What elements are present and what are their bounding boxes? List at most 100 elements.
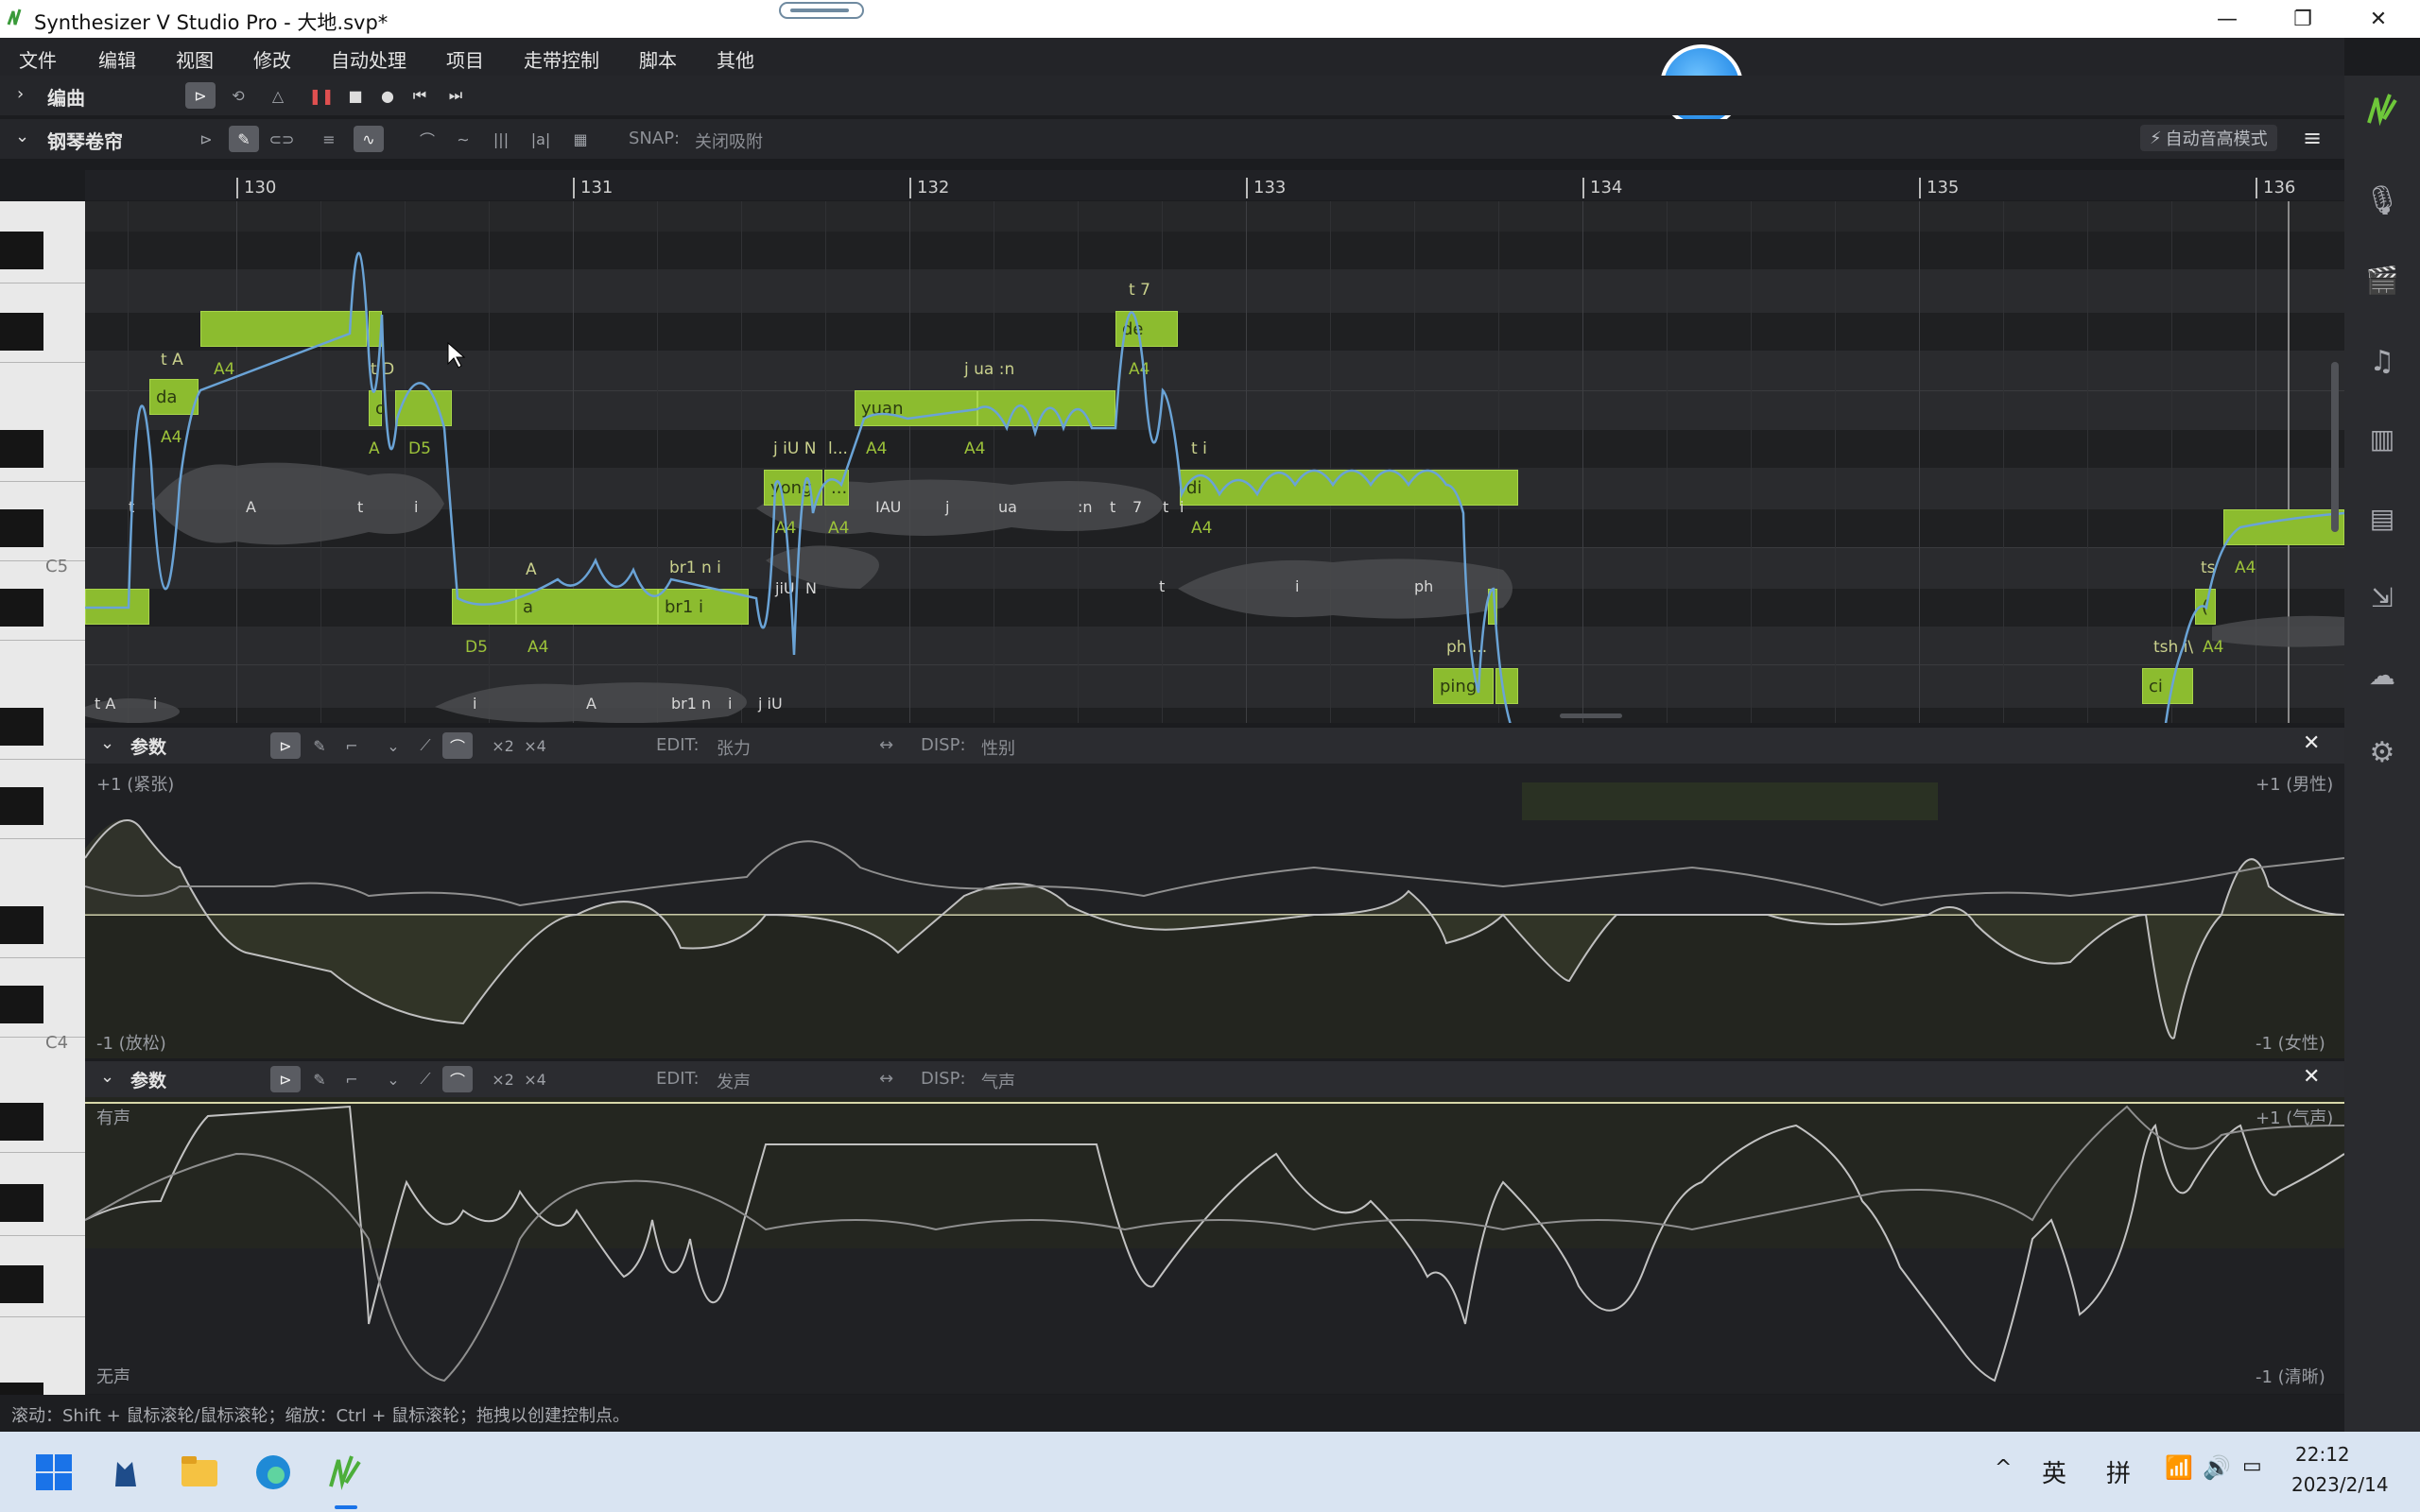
timeline-ruler[interactable]: 130 131 132 133 134 135 136 — [85, 170, 2344, 200]
metronome-button[interactable]: △ — [263, 82, 293, 109]
menu-modify[interactable]: 修改 — [253, 45, 291, 73]
piano-keys-button[interactable]: ▦ — [565, 126, 596, 152]
arrange-bar: › 编曲 ⊳ ⟲ △ ❚❚ ■ ● ⏮ ⏭ — [0, 76, 2344, 115]
snap-dropdown[interactable]: 关闭吸附 — [695, 129, 763, 153]
ime-mode[interactable]: 拼 — [2106, 1454, 2131, 1489]
forward-button[interactable]: ⏭ — [441, 82, 471, 109]
loop-button[interactable]: ⟲ — [223, 82, 253, 109]
menu-script[interactable]: 脚本 — [639, 45, 677, 73]
pitch-curve — [85, 251, 2344, 723]
mouse-cursor-icon — [447, 341, 466, 369]
cat-app-icon[interactable] — [104, 1449, 151, 1496]
minimize-button[interactable]: — — [2189, 0, 2265, 38]
close-panel-icon[interactable]: ✕ — [2303, 731, 2320, 755]
menu-auto-process[interactable]: 自动处理 — [331, 45, 406, 73]
volume-icon[interactable]: 🔊 — [2203, 1454, 2231, 1481]
pencil-tool-button[interactable]: ✎ — [304, 732, 335, 759]
horizontal-scrollbar[interactable] — [1560, 713, 1622, 718]
pitch-curve-button[interactable]: ⌒ — [412, 126, 442, 152]
clapperboard-icon[interactable]: 🎬 — [2363, 261, 2401, 299]
rewind-button[interactable]: ⏮ — [405, 82, 435, 109]
param-panel-1-canvas[interactable]: +1 (紧张) -1 (放松) +1 (男性) -1 (女性) — [85, 764, 2344, 1058]
link-tool-button[interactable]: ⊂⊃ — [267, 126, 297, 152]
auto-pitch-label: 自动音高模式 — [2165, 129, 2268, 149]
swap-arrows-icon[interactable]: ↔ — [879, 1069, 893, 1089]
vertical-scrollbar[interactable] — [2331, 362, 2339, 532]
edge-browser-icon[interactable] — [250, 1449, 297, 1496]
pitch-line-button[interactable]: ∼ — [448, 126, 478, 152]
split-tool-button[interactable]: ≡ — [314, 126, 344, 152]
multiply-2-button[interactable]: ×2 — [488, 732, 518, 759]
swap-arrows-icon[interactable]: ↔ — [879, 735, 893, 755]
line-tool-button[interactable]: ⌐ — [337, 732, 367, 759]
curve-linear-button[interactable]: ⟋ — [410, 732, 441, 759]
collapse-chevron-icon[interactable]: ⌄ — [100, 1067, 114, 1087]
expand-chevron-icon[interactable]: › — [17, 84, 24, 104]
collapse-chevron-icon[interactable]: ⌄ — [15, 127, 29, 146]
measure-132: 132 — [917, 178, 950, 198]
record-button[interactable]: ● — [372, 82, 403, 109]
measure-135: 135 — [1927, 178, 1960, 198]
select-tool-button[interactable]: ⊳ — [185, 82, 216, 109]
param-panel-2-canvas[interactable]: 有声 无声 +1 (气声) -1 (清晰) — [85, 1097, 2344, 1394]
windows-start-icon[interactable] — [30, 1449, 78, 1496]
curve-linear-button[interactable]: ⟋ — [410, 1066, 441, 1092]
library-icon[interactable]: ▥ — [2363, 420, 2401, 457]
lyrics-button[interactable]: |a| — [526, 126, 556, 152]
gear-icon[interactable]: ⚙ — [2363, 733, 2401, 771]
pencil-tool-button[interactable]: ✎ — [304, 1066, 335, 1092]
file-explorer-icon[interactable] — [176, 1449, 223, 1496]
cloud-icon[interactable]: ☁ — [2363, 656, 2401, 694]
multiply-4-button[interactable]: ×4 — [520, 732, 550, 759]
edit-param-dropdown[interactable]: 发声 — [717, 1069, 751, 1093]
disp-param-dropdown[interactable]: 性别 — [981, 735, 1015, 760]
hamburger-menu-icon[interactable]: ≡ — [2303, 125, 2322, 151]
lightning-icon: ⚡ — [2150, 128, 2162, 148]
key-label-c4: C4 — [45, 1033, 69, 1053]
wifi-icon[interactable]: 📶 — [2165, 1454, 2193, 1481]
menu-edit[interactable]: 编辑 — [98, 45, 136, 73]
stop-button[interactable]: ■ — [340, 82, 371, 109]
measure-131: 131 — [580, 178, 614, 198]
microphone-icon[interactable]: 🎙 — [2363, 181, 2401, 219]
battery-icon[interactable]: ▭ — [2242, 1454, 2262, 1478]
auto-pitch-mode-button[interactable]: ⚡ 自动音高模式 — [2140, 125, 2277, 151]
render-icon[interactable]: ⇲ — [2363, 578, 2401, 616]
menu-view[interactable]: 视图 — [176, 45, 214, 73]
multiply-2-button[interactable]: ×2 — [488, 1066, 518, 1092]
pitch-tool-button[interactable]: ∿ — [354, 126, 384, 152]
close-window-button[interactable]: ✕ — [2341, 0, 2416, 38]
collapse-chevron-icon[interactable]: ⌄ — [100, 733, 114, 753]
windows-taskbar: ^ 英 拼 📶 🔊 ▭ 22:12 2023/2/14 — [0, 1432, 2420, 1512]
curve-smooth-button[interactable]: ⌒ — [442, 732, 473, 759]
clock-date[interactable]: 2023/2/14 — [2291, 1473, 2389, 1496]
voicing-curve — [85, 1097, 2344, 1383]
ime-language[interactable]: 英 — [2042, 1454, 2066, 1489]
restore-button[interactable]: ❐ — [2265, 0, 2341, 38]
piano-keyboard[interactable]: C5 C4 — [0, 201, 85, 1430]
menu-other[interactable]: 其他 — [717, 45, 754, 73]
pointer-tool-button[interactable]: ⊳ — [270, 732, 301, 759]
menu-project[interactable]: 项目 — [446, 45, 484, 73]
tray-chevron-icon[interactable]: ^ — [1995, 1456, 2012, 1480]
pointer-tool-button[interactable]: ⊳ — [191, 126, 221, 152]
waveform-button[interactable]: ||| — [486, 126, 516, 152]
pencil-tool-button[interactable]: ✎ — [229, 126, 259, 152]
clock-time[interactable]: 22:12 — [2295, 1443, 2350, 1466]
menu-transport[interactable]: 走带控制 — [524, 45, 599, 73]
pause-button[interactable]: ❚❚ — [306, 82, 337, 109]
curve-down-button[interactable]: ⌄ — [378, 732, 408, 759]
pointer-tool-button[interactable]: ⊳ — [270, 1066, 301, 1092]
synthv-taskbar-icon[interactable] — [321, 1449, 369, 1496]
curve-down-button[interactable]: ⌄ — [378, 1066, 408, 1092]
menu-file[interactable]: 文件 — [19, 45, 57, 73]
book-icon[interactable]: ▤ — [2363, 499, 2401, 537]
edit-param-dropdown[interactable]: 张力 — [717, 735, 751, 760]
multiply-4-button[interactable]: ×4 — [520, 1066, 550, 1092]
line-tool-button[interactable]: ⌐ — [337, 1066, 367, 1092]
close-panel-icon[interactable]: ✕ — [2303, 1065, 2320, 1089]
music-note-icon[interactable]: ♫ — [2363, 342, 2401, 380]
piano-roll-grid[interactable]: da o a br1 i yong ... yuan de di ping ci… — [85, 201, 2344, 723]
disp-param-dropdown[interactable]: 气声 — [981, 1069, 1015, 1093]
curve-smooth-button[interactable]: ⌒ — [442, 1066, 473, 1092]
